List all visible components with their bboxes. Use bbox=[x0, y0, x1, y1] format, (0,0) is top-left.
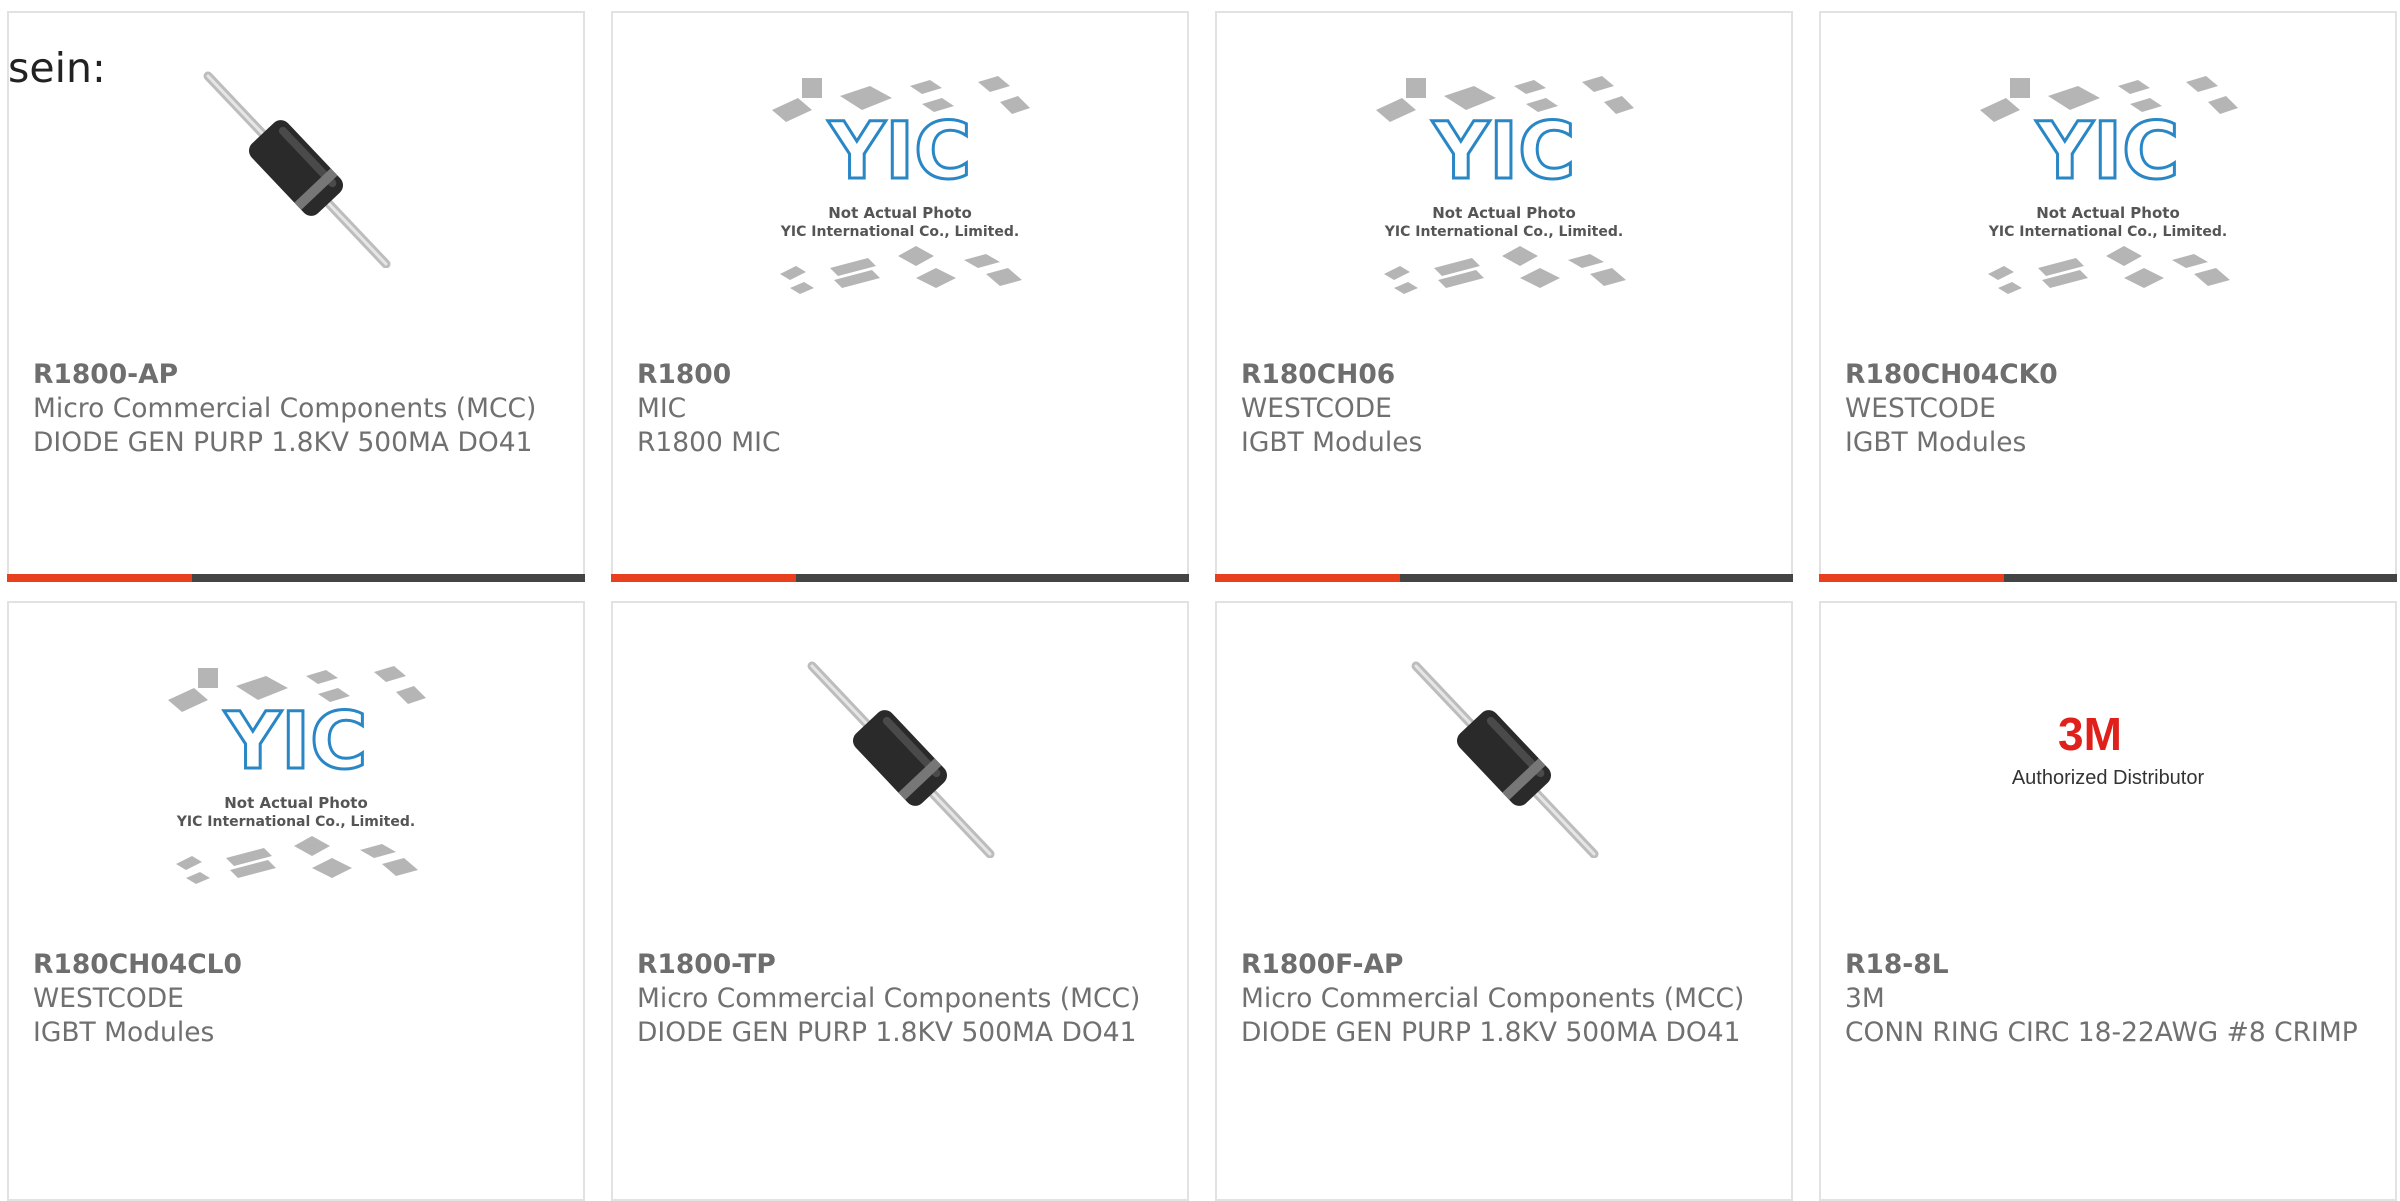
product-card[interactable]: 3M Authorized Distributor R18-8L 3M CONN… bbox=[1819, 601, 2397, 1201]
placeholder-image[interactable]: YIC Not Actual Photo YIC International C… bbox=[1217, 68, 1791, 308]
part-number[interactable]: R1800F-AP bbox=[1241, 948, 1779, 982]
part-number[interactable]: R1800-AP bbox=[33, 358, 571, 392]
placeholder-line2: YIC International Co., Limited. bbox=[176, 814, 415, 830]
description: R1800 MIC bbox=[637, 427, 781, 458]
placeholder-line2: YIC International Co., Limited. bbox=[1988, 224, 2227, 240]
yic-logo-text: YIC bbox=[224, 697, 368, 787]
product-card[interactable]: R1800F-AP Micro Commercial Components (M… bbox=[1215, 601, 1793, 1201]
card-accent-bar bbox=[7, 574, 585, 582]
diode-image[interactable] bbox=[1217, 658, 1791, 898]
product-card[interactable]: R1800-AP Micro Commercial Components (MC… bbox=[7, 11, 585, 582]
card-accent-bar bbox=[611, 574, 1189, 582]
3m-logo-image[interactable]: 3M Authorized Distributor bbox=[1821, 658, 2395, 898]
product-card[interactable]: YIC Not Actual Photo YIC International C… bbox=[611, 11, 1189, 582]
manufacturer: WESTCODE bbox=[1845, 393, 1996, 424]
part-number[interactable]: R1800-TP bbox=[637, 948, 1175, 982]
manufacturer: WESTCODE bbox=[1241, 393, 1392, 424]
placeholder-line1: Not Actual Photo bbox=[2036, 204, 2180, 222]
yic-logo-text: YIC bbox=[2036, 107, 2180, 197]
placeholder-line1: Not Actual Photo bbox=[224, 794, 368, 812]
product-card[interactable]: YIC Not Actual Photo YIC International C… bbox=[1215, 11, 1793, 582]
card-accent-bar bbox=[1215, 574, 1793, 582]
manufacturer: Micro Commercial Components (MCC) bbox=[1241, 983, 1745, 1014]
part-number[interactable]: R180CH04CK0 bbox=[1845, 358, 2383, 392]
description: IGBT Modules bbox=[33, 1017, 215, 1048]
product-card[interactable]: R1800-TP Micro Commercial Components (MC… bbox=[611, 601, 1189, 1201]
3m-subtitle-text: Authorized Distributor bbox=[2012, 767, 2205, 789]
description: CONN RING CIRC 18-22AWG #8 CRIMP bbox=[1845, 1017, 2358, 1048]
placeholder-line2: YIC International Co., Limited. bbox=[780, 224, 1019, 240]
yic-logo-text: YIC bbox=[1432, 107, 1576, 197]
diode-image[interactable] bbox=[613, 658, 1187, 898]
3m-brand-text: 3M bbox=[2058, 708, 2122, 760]
card-accent-bar bbox=[1819, 574, 2397, 582]
placeholder-line2: YIC International Co., Limited. bbox=[1384, 224, 1623, 240]
part-number[interactable]: R1800 bbox=[637, 358, 1175, 392]
description: DIODE GEN PURP 1.8KV 500MA DO41 bbox=[637, 1017, 1137, 1048]
product-card[interactable]: YIC Not Actual Photo YIC International C… bbox=[1819, 11, 2397, 582]
placeholder-line1: Not Actual Photo bbox=[1432, 204, 1576, 222]
placeholder-image[interactable]: YIC Not Actual Photo YIC International C… bbox=[613, 68, 1187, 308]
yic-logo-text: YIC bbox=[828, 107, 972, 197]
intro-text: sein: bbox=[8, 44, 106, 92]
part-number[interactable]: R180CH06 bbox=[1241, 358, 1779, 392]
description: IGBT Modules bbox=[1845, 427, 2027, 458]
part-number[interactable]: R180CH04CL0 bbox=[33, 948, 571, 982]
placeholder-line1: Not Actual Photo bbox=[828, 204, 972, 222]
manufacturer: Micro Commercial Components (MCC) bbox=[33, 393, 537, 424]
manufacturer: MIC bbox=[637, 393, 687, 424]
description: DIODE GEN PURP 1.8KV 500MA DO41 bbox=[1241, 1017, 1741, 1048]
product-card[interactable]: YIC Not Actual Photo YIC International C… bbox=[7, 601, 585, 1201]
manufacturer: WESTCODE bbox=[33, 983, 184, 1014]
description: IGBT Modules bbox=[1241, 427, 1423, 458]
manufacturer: Micro Commercial Components (MCC) bbox=[637, 983, 1141, 1014]
part-number[interactable]: R18-8L bbox=[1845, 948, 2383, 982]
manufacturer: 3M bbox=[1845, 983, 1885, 1014]
placeholder-image[interactable]: YIC Not Actual Photo YIC International C… bbox=[9, 658, 583, 898]
placeholder-image[interactable]: YIC Not Actual Photo YIC International C… bbox=[1821, 68, 2395, 308]
diode-image[interactable] bbox=[9, 68, 583, 308]
description: DIODE GEN PURP 1.8KV 500MA DO41 bbox=[33, 427, 533, 458]
